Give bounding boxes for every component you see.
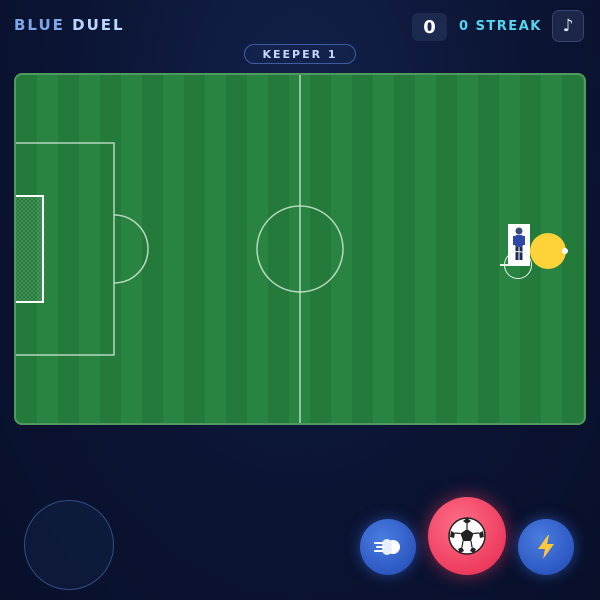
shoot-button[interactable] <box>428 497 506 575</box>
lightning-icon <box>538 535 554 559</box>
game-title: BLUE DUEL <box>14 16 125 34</box>
soccer-ball-icon <box>448 517 486 555</box>
virtual-joystick[interactable] <box>24 500 114 590</box>
power-button[interactable] <box>518 519 574 575</box>
title-part-blue: BLUE <box>14 16 65 34</box>
pitch-markings <box>16 75 344 423</box>
ball-glow <box>530 233 566 269</box>
dash-button[interactable] <box>360 519 416 575</box>
goal-net <box>16 195 44 303</box>
aim-line <box>500 264 510 266</box>
dash-icon <box>374 539 400 555</box>
music-toggle-button[interactable]: ♪ <box>552 10 584 42</box>
title-part-duel: DUEL <box>72 16 125 34</box>
music-note-icon: ♪ <box>562 16 574 36</box>
keeper-status-pill: KEEPER 1 <box>244 44 356 64</box>
penalty-arc <box>113 214 149 284</box>
soccer-pitch <box>14 73 586 425</box>
ball-icon <box>562 248 568 254</box>
score-counter: 0 <box>412 13 447 41</box>
streak-counter: 0 STREAK <box>459 19 542 34</box>
